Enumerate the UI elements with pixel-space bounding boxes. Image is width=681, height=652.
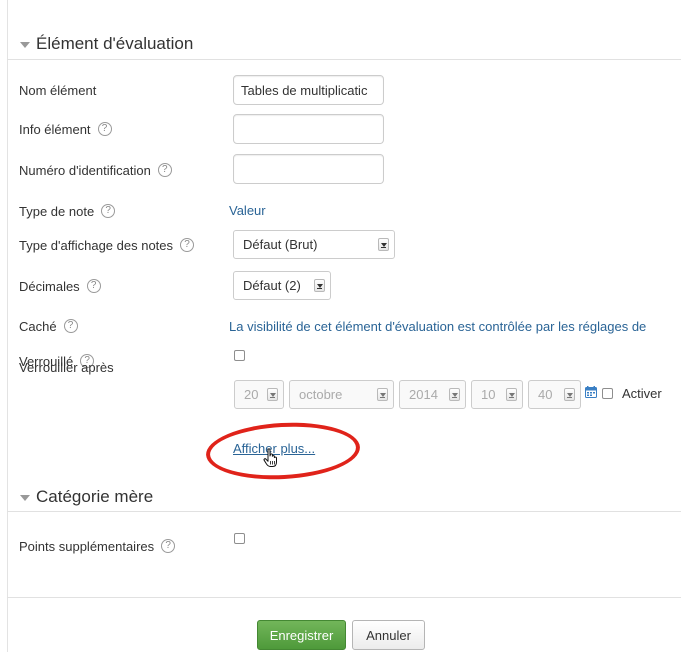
lock-minute-value: 40	[538, 387, 553, 402]
hidden-label: Caché ?	[19, 316, 78, 336]
item-name-label: Nom élément	[19, 80, 96, 100]
decimals-label-text: Décimales	[19, 278, 80, 294]
select-arrow-icon	[267, 388, 278, 401]
extra-points-checkbox[interactable]	[234, 533, 245, 544]
lock-day-select[interactable]: 20	[234, 380, 284, 409]
id-number-label-text: Numéro d'identification	[19, 162, 151, 178]
lock-enable-label: Activer	[622, 386, 662, 401]
lock-hour-select[interactable]: 10	[471, 380, 523, 409]
lock-month-value: octobre	[299, 387, 343, 402]
help-icon[interactable]: ?	[63, 319, 78, 333]
cancel-button[interactable]: Annuler	[352, 620, 425, 650]
lock-after-label-text: Verrouiller après	[19, 359, 114, 375]
hand-cursor-icon	[263, 448, 277, 467]
lock-enable-checkbox[interactable]	[602, 388, 613, 399]
lock-hour-value: 10	[481, 387, 496, 402]
item-name-input[interactable]	[233, 75, 384, 105]
grade-type-label: Type de note ?	[19, 201, 116, 221]
section-divider	[7, 59, 681, 60]
help-icon[interactable]: ?	[161, 539, 176, 553]
select-arrow-icon	[377, 388, 388, 401]
grade-type-label-text: Type de note	[19, 203, 95, 219]
lock-year-value: 2014	[409, 387, 438, 402]
hidden-info-text: La visibilité de cet élément d'évaluatio…	[229, 319, 647, 334]
help-icon[interactable]: ?	[157, 163, 172, 177]
section-header-grade-item[interactable]: Élément d'évaluation	[20, 34, 193, 54]
select-arrow-icon	[449, 388, 460, 401]
section-divider	[7, 511, 681, 512]
id-number-label: Numéro d'identification ?	[19, 160, 172, 180]
section-title: Catégorie mère	[36, 487, 154, 506]
decimals-select[interactable]: Défaut (2)	[233, 271, 331, 300]
grade-display-select[interactable]: Défaut (Brut)	[233, 230, 395, 259]
form-left-border	[7, 0, 8, 652]
decimals-selected: Défaut (2)	[243, 278, 301, 293]
save-button[interactable]: Enregistrer	[257, 620, 346, 650]
grade-display-selected: Défaut (Brut)	[243, 237, 318, 252]
grade-type-value: Valeur	[229, 203, 266, 218]
item-info-label: Info élément ?	[19, 119, 112, 139]
extra-points-label-text: Points supplémentaires	[19, 538, 155, 554]
collapse-triangle-icon	[20, 495, 30, 501]
lock-minute-select[interactable]: 40	[528, 380, 581, 409]
lock-month-select[interactable]: octobre	[289, 380, 394, 409]
calendar-icon[interactable]	[585, 386, 597, 398]
extra-points-label: Points supplémentaires ?	[19, 536, 176, 556]
decimals-label: Décimales ?	[19, 276, 101, 296]
highlight-oval	[204, 419, 362, 483]
collapse-triangle-icon	[20, 42, 30, 48]
select-arrow-icon	[378, 238, 389, 251]
hidden-label-text: Caché	[19, 318, 57, 334]
lock-year-select[interactable]: 2014	[399, 380, 466, 409]
select-arrow-icon	[314, 279, 325, 292]
help-icon[interactable]: ?	[97, 122, 112, 136]
lock-after-label: Verrouiller après	[19, 357, 114, 377]
help-icon[interactable]: ?	[86, 279, 101, 293]
locked-checkbox[interactable]	[234, 350, 245, 361]
id-number-input[interactable]	[233, 154, 384, 184]
section-title: Élément d'évaluation	[36, 34, 194, 53]
select-arrow-icon	[564, 388, 575, 401]
item-info-label-text: Info élément	[19, 121, 91, 137]
item-name-label-text: Nom élément	[19, 82, 97, 98]
item-info-input[interactable]	[233, 114, 384, 144]
help-icon[interactable]: ?	[101, 204, 116, 218]
grade-display-label-text: Type d'affichage des notes	[19, 237, 174, 253]
select-arrow-icon	[506, 388, 517, 401]
grade-display-label: Type d'affichage des notes ?	[19, 235, 195, 255]
help-icon[interactable]: ?	[180, 238, 195, 252]
lock-day-value: 20	[244, 387, 259, 402]
form-footer-divider	[7, 597, 681, 598]
section-header-parent-category[interactable]: Catégorie mère	[20, 487, 153, 507]
